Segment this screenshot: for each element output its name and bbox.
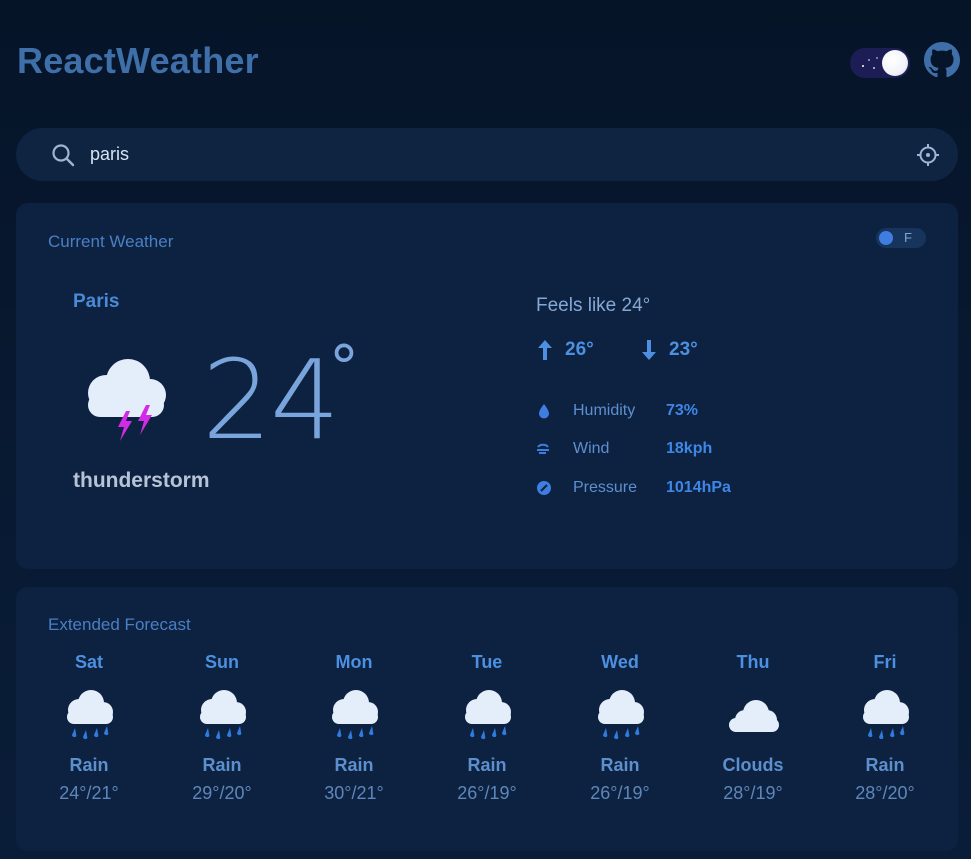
max-temperature: 26°	[537, 339, 594, 361]
forecast-day-name: Tue	[471, 652, 503, 672]
forecast-day-temperatures: 28°/20°	[855, 783, 915, 803]
arrow-up-icon	[538, 340, 552, 360]
forecast-day-description: Rain	[69, 755, 109, 775]
my-location-icon[interactable]	[915, 142, 941, 168]
rain-icon	[200, 690, 246, 740]
feels-like: Feels like 24°	[536, 295, 651, 316]
forecast-day-mon: Mon Rain 30°/21°	[304, 652, 404, 804]
wind-label: Wind	[573, 440, 610, 457]
arrow-down-icon	[642, 340, 656, 360]
search-bar	[16, 128, 958, 181]
pressure-value: 1014hPa	[666, 479, 731, 496]
forecast-day-description: Rain	[467, 755, 507, 775]
app-title: ReactWeather	[17, 40, 259, 81]
forecast-day-sat: Sat Rain 24°/21°	[39, 652, 139, 804]
cloud-icon	[729, 700, 779, 732]
forecast-day-temperatures: 24°/21°	[59, 783, 119, 803]
rain-icon	[332, 690, 378, 740]
forecast-day-name: Fri	[873, 652, 897, 672]
wind-icon	[537, 443, 549, 454]
current-weather-card: Current Weather F Paris 24 ° thunderstor…	[16, 203, 958, 569]
forecast-day-description: Rain	[334, 755, 374, 775]
min-temperature: 23°	[641, 339, 698, 361]
search-icon	[52, 144, 75, 167]
forecast-day-thu: Thu Clouds 28°/19°	[703, 652, 803, 804]
github-icon[interactable]	[924, 42, 960, 78]
forecast-day-description: Rain	[202, 755, 242, 775]
temperature-degree-symbol: °	[329, 333, 359, 403]
rain-icon	[598, 690, 644, 740]
forecast-day-fri: Fri Rain 28°/20°	[835, 652, 935, 804]
current-weather-title: Current Weather	[48, 232, 174, 251]
forecast-day-description: Rain	[865, 755, 905, 775]
search-input[interactable]	[90, 138, 890, 171]
city-name: Paris	[73, 291, 120, 312]
forecast-day-sun: Sun Rain 29°/20°	[172, 652, 272, 804]
unit-toggle-knob	[879, 231, 893, 245]
min-temperature-value: 23°	[669, 339, 698, 360]
rain-icon	[863, 690, 909, 740]
moon-icon	[882, 50, 908, 76]
current-temperature: 24	[202, 336, 340, 464]
extended-forecast-title: Extended Forecast	[48, 615, 191, 634]
detail-wind: Wind 18kph	[536, 440, 712, 458]
forecast-day-name: Sat	[74, 652, 103, 672]
detail-pressure: Pressure 1014hPa	[536, 479, 731, 497]
forecast-day-description: Clouds	[722, 755, 784, 775]
forecast-day-temperatures: 26°/19°	[457, 783, 517, 803]
forecast-day-name: Thu	[736, 652, 770, 672]
weather-condition: thunderstorm	[73, 469, 210, 492]
humidity-icon	[539, 404, 549, 419]
thunderstorm-icon	[88, 359, 166, 441]
forecast-day-name: Sun	[205, 652, 239, 672]
forecast-day-temperatures: 26°/19°	[590, 783, 650, 803]
humidity-label: Humidity	[573, 402, 636, 419]
stars-icon	[862, 57, 878, 69]
forecast-day-name: Wed	[601, 652, 639, 672]
wind-value: 18kph	[666, 440, 713, 457]
forecast-day-description: Rain	[600, 755, 640, 775]
forecast-day-wed: Wed Rain 26°/19°	[570, 652, 670, 804]
pressure-label: Pressure	[573, 479, 638, 496]
humidity-value: 73%	[666, 402, 699, 419]
detail-humidity: Humidity 73%	[536, 402, 698, 420]
forecast-day-temperatures: 30°/21°	[324, 783, 384, 803]
extended-forecast-card: Extended Forecast Sat Rain 24°/21° Sun Rain 2…	[16, 587, 958, 851]
rain-icon	[465, 690, 511, 740]
pressure-icon	[537, 481, 551, 495]
forecast-day-tue: Tue Rain 26°/19°	[437, 652, 537, 804]
max-temperature-value: 26°	[565, 339, 594, 360]
dark-mode-toggle[interactable]	[850, 48, 910, 78]
forecast-day-temperatures: 29°/20°	[192, 783, 252, 803]
rain-icon	[67, 690, 113, 740]
unit-toggle-label: F	[904, 230, 912, 245]
forecast-day-temperatures: 28°/19°	[723, 783, 783, 803]
forecast-day-name: Mon	[335, 652, 373, 672]
unit-toggle[interactable]: F	[876, 228, 926, 248]
